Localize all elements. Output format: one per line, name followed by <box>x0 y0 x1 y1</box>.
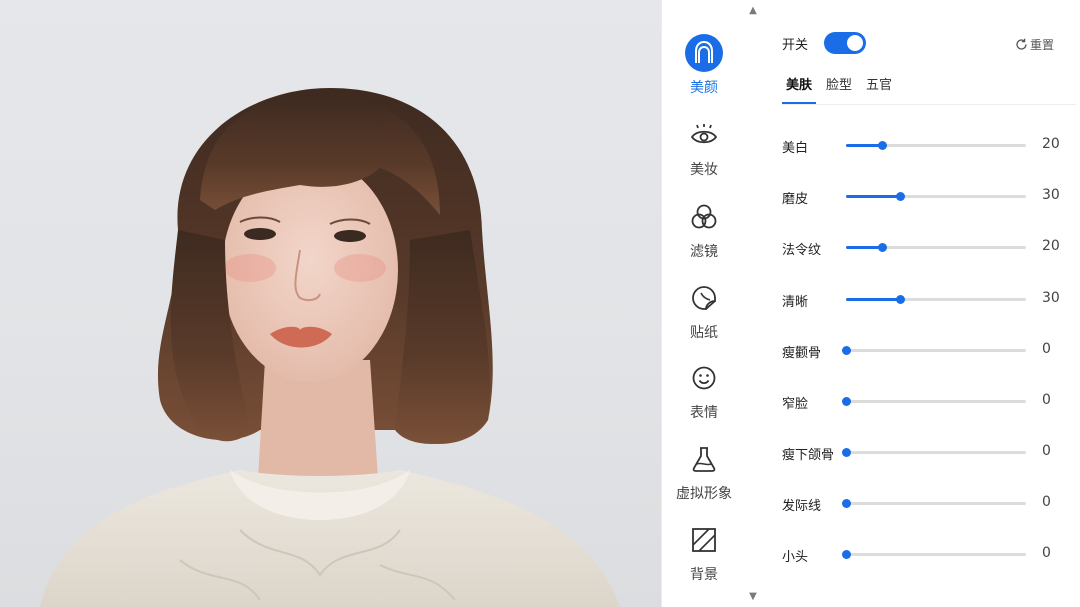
smiley-icon <box>685 359 723 397</box>
slider-thumb[interactable] <box>842 499 851 508</box>
rail-item-sticker[interactable]: 贴纸 <box>662 279 746 349</box>
slider-thumb[interactable] <box>896 295 905 304</box>
slider-label: 小头 <box>782 550 809 565</box>
rail-label: 虚拟形象 <box>676 486 732 502</box>
slider-row-whitening: 美白 20 <box>782 135 1072 156</box>
portrait-photo <box>40 88 620 607</box>
slider-thumb[interactable] <box>842 550 851 559</box>
avatar-flask-icon <box>685 440 723 478</box>
slider-thumb[interactable] <box>842 448 851 457</box>
slider-value: 0 <box>1042 392 1051 408</box>
eye-makeup-icon <box>685 116 723 154</box>
slider-row-hairline: 发际线 0 <box>782 493 1072 514</box>
slider-value: 20 <box>1042 238 1060 254</box>
slider-fill <box>846 246 882 249</box>
rail-item-expression[interactable]: 表情 <box>662 359 746 429</box>
slider-row-clarity: 清晰 30 <box>782 289 1072 310</box>
slider-label: 瘦下颌骨 <box>782 448 835 463</box>
slider-value: 0 <box>1042 341 1051 357</box>
rail-item-filter[interactable]: 滤镜 <box>662 198 746 268</box>
slider-thumb[interactable] <box>842 397 851 406</box>
sticker-icon <box>685 279 723 317</box>
filter-circles-icon <box>685 198 723 236</box>
tab-skin[interactable]: 美肤 <box>782 66 817 104</box>
slider-fill <box>846 144 882 147</box>
face-beauty-icon <box>685 34 723 72</box>
slider-label: 清晰 <box>782 295 809 310</box>
slider-thumb[interactable] <box>878 243 887 252</box>
smoothing-slider[interactable] <box>846 192 1026 201</box>
slider-label: 磨皮 <box>782 192 809 207</box>
scroll-down-arrow-icon[interactable]: ▼ <box>748 592 758 602</box>
rail-item-avatar[interactable]: 虚拟形象 <box>662 440 746 510</box>
slider-fill <box>846 298 900 301</box>
slider-row-narrow-face: 窄脸 0 <box>782 391 1072 412</box>
jaw-slider[interactable] <box>842 448 1026 457</box>
reset-label: 重置 <box>1029 38 1054 52</box>
slider-row-jaw: 瘦下颌骨 0 <box>782 442 1072 463</box>
slider-thumb[interactable] <box>842 346 851 355</box>
whitening-slider[interactable] <box>846 141 1026 150</box>
slider-row-small-head: 小头 0 <box>782 544 1072 565</box>
rail-item-background[interactable]: 背景 <box>662 521 746 591</box>
background-icon <box>685 521 723 559</box>
toggle-row: 开关 <box>782 32 867 54</box>
nasolabial-slider[interactable] <box>846 243 1026 252</box>
rail-label: 美颜 <box>690 80 718 96</box>
slider-row-cheekbone: 瘦颧骨 0 <box>782 340 1072 361</box>
slider-label: 窄脸 <box>782 397 809 412</box>
slider-label: 瘦颧骨 <box>782 346 822 361</box>
rail-label: 表情 <box>690 405 718 421</box>
toggle-label: 开关 <box>782 37 809 53</box>
cheekbone-slider[interactable] <box>842 346 1026 355</box>
slider-label: 美白 <box>782 141 809 156</box>
narrow-face-slider[interactable] <box>842 397 1026 406</box>
rail-label: 滤镜 <box>690 244 718 260</box>
clarity-slider[interactable] <box>846 295 1026 304</box>
refresh-icon <box>1016 38 1027 50</box>
slider-label: 法令纹 <box>782 243 822 258</box>
scroll-up-arrow-icon[interactable]: ▲ <box>748 6 758 16</box>
rail-item-beauty[interactable]: 美颜 <box>662 34 746 104</box>
rail-item-makeup[interactable]: 美妆 <box>662 116 746 186</box>
slider-row-nasolabial: 法令纹 20 <box>782 237 1072 258</box>
slider-value: 0 <box>1042 494 1051 510</box>
small-head-slider[interactable] <box>842 550 1026 559</box>
slider-value: 30 <box>1042 290 1060 306</box>
tab-features[interactable]: 五官 <box>862 66 896 104</box>
slider-value: 20 <box>1042 136 1060 152</box>
switch-knob <box>847 35 864 51</box>
rail-label: 贴纸 <box>690 325 718 341</box>
hairline-slider[interactable] <box>842 499 1026 508</box>
tab-bar: 美肤 脸型 五官 <box>782 66 1076 105</box>
rail-label: 背景 <box>690 567 718 583</box>
slider-fill <box>846 195 900 198</box>
beauty-settings-panel: 开关 重置 美肤 脸型 五官 美白 20 磨皮 30 法令纹 20 清晰 30 … <box>763 0 1080 607</box>
beauty-toggle-switch[interactable] <box>824 32 867 54</box>
slider-value: 0 <box>1042 545 1051 561</box>
category-rail: ▲ 美颜 美妆 滤镜 贴纸 表情 虚拟形象 背景 ▼ <box>661 0 764 607</box>
tab-face-shape[interactable]: 脸型 <box>822 66 856 104</box>
slider-thumb[interactable] <box>878 141 887 150</box>
camera-preview <box>0 0 661 607</box>
slider-value: 30 <box>1042 187 1060 203</box>
slider-thumb[interactable] <box>896 192 905 201</box>
slider-value: 0 <box>1042 443 1051 459</box>
slider-row-smoothing: 磨皮 30 <box>782 186 1072 207</box>
reset-button[interactable]: 重置 <box>1015 36 1054 53</box>
rail-label: 美妆 <box>690 162 718 178</box>
slider-label: 发际线 <box>782 499 822 514</box>
